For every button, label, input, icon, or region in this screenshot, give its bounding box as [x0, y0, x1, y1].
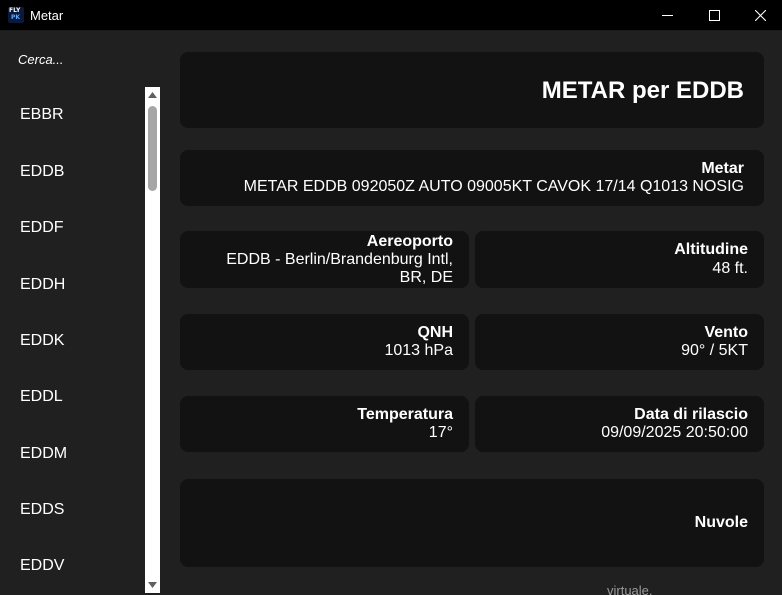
issued-value: 09/09/2025 20:50:00 — [601, 424, 748, 441]
altitude-value: 48 ft. — [712, 260, 748, 277]
list-item-eddl[interactable]: EDDL — [20, 388, 63, 406]
app-logo-text-bottom: PK — [11, 14, 21, 21]
sidebar: Cerca... EBBR EDDB EDDF EDDH EDDK EDDL E… — [0, 31, 163, 595]
list-item-eddf[interactable]: EDDF — [20, 219, 64, 237]
qnh-value: 1013 hPa — [384, 342, 453, 359]
qnh-card: QNH 1013 hPa — [180, 314, 469, 370]
metar-value: METAR EDDB 092050Z AUTO 09005KT CAVOK 17… — [243, 178, 744, 195]
scroll-up-arrow-icon — [148, 92, 157, 98]
maximize-icon — [708, 10, 720, 21]
list-item-eddh[interactable]: EDDH — [20, 276, 65, 294]
title-bar: FLY PK Metar — [0, 0, 782, 31]
list-item-eddv[interactable]: EDDV — [20, 557, 64, 575]
airport-name-line2: BR, DE — [399, 269, 453, 286]
scroll-down-button[interactable] — [145, 579, 160, 591]
close-button[interactable] — [737, 0, 782, 31]
metar-label: Metar — [701, 160, 744, 177]
scroll-down-arrow-icon — [148, 582, 157, 588]
altitude-card: Altitudine 48 ft. — [475, 231, 764, 288]
airport-name-line1: EDDB - Berlin/Brandenburg Intl, — [226, 251, 453, 268]
scroll-up-button[interactable] — [145, 89, 160, 101]
scroll-thumb[interactable] — [148, 106, 157, 191]
list-item-ebbr[interactable]: EBBR — [20, 106, 64, 124]
minimize-button[interactable] — [644, 0, 690, 31]
list-item-eddk[interactable]: EDDK — [20, 332, 64, 350]
issued-card: Data di rilascio 09/09/2025 20:50:00 — [475, 396, 764, 452]
close-icon — [754, 10, 766, 21]
wind-value: 90° / 5KT — [681, 342, 748, 359]
list-item-eddb[interactable]: EDDB — [20, 163, 64, 181]
list-item-edds[interactable]: EDDS — [20, 501, 64, 519]
search-input[interactable]: Cerca... — [18, 52, 64, 67]
background-window-text: virtuale. — [607, 583, 653, 595]
maximize-button[interactable] — [691, 0, 737, 31]
clouds-card: Nuvole — [180, 479, 764, 567]
window-title: Metar — [30, 8, 64, 23]
airport-card: Aereoporto EDDB - Berlin/Brandenburg Int… — [180, 231, 469, 288]
issued-label: Data di rilascio — [634, 406, 748, 423]
qnh-label: QNH — [417, 324, 453, 341]
metar-card: Metar METAR EDDB 092050Z AUTO 09005KT CA… — [180, 150, 764, 206]
airport-list: EBBR EDDB EDDF EDDH EDDK EDDL EDDM EDDS … — [0, 87, 145, 593]
clouds-label: Nuvole — [694, 514, 748, 531]
minimize-icon — [661, 15, 673, 16]
altitude-label: Altitudine — [674, 241, 748, 258]
wind-card: Vento 90° / 5KT — [475, 314, 764, 370]
temperature-value: 17° — [428, 424, 453, 441]
wind-label: Vento — [704, 324, 748, 341]
app-logo-icon: FLY PK — [8, 7, 24, 23]
temperature-card: Temperatura 17° — [180, 396, 469, 452]
list-item-eddm[interactable]: EDDM — [20, 445, 67, 463]
heading-card: METAR per EDDB — [180, 52, 764, 128]
page-title: METAR per EDDB — [541, 77, 744, 104]
temperature-label: Temperatura — [357, 406, 453, 423]
list-scrollbar[interactable] — [145, 87, 160, 593]
airport-label: Aereoporto — [366, 233, 453, 250]
